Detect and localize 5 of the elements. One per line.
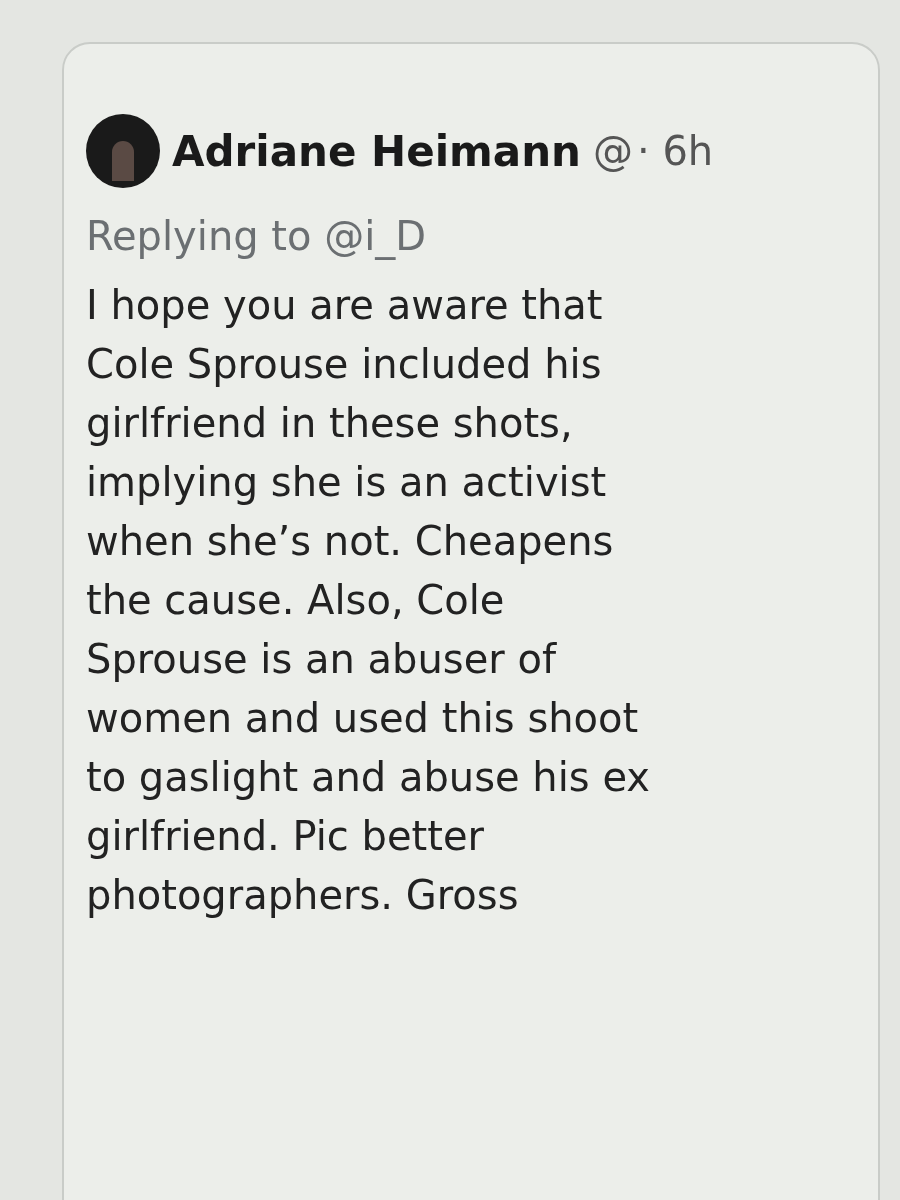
- author-name[interactable]: Adriane Heimann: [172, 119, 581, 183]
- tweet-text: I hope you are aware that Cole Sprouse included his girlfriend in these shots, implying she is an activist when she’s not. Cheapens the cause. Also, Cole Sprouse is an abuser of women and used this shoot to gaslight and abuse his ex girlfriend. Pic better photographers. Gross: [86, 281, 651, 920]
- replying-to-text: Replying to @i_D: [86, 212, 428, 262]
- author-handle[interactable]: @: [592, 121, 633, 181]
- tweet-time[interactable]: · 6h: [636, 121, 714, 181]
